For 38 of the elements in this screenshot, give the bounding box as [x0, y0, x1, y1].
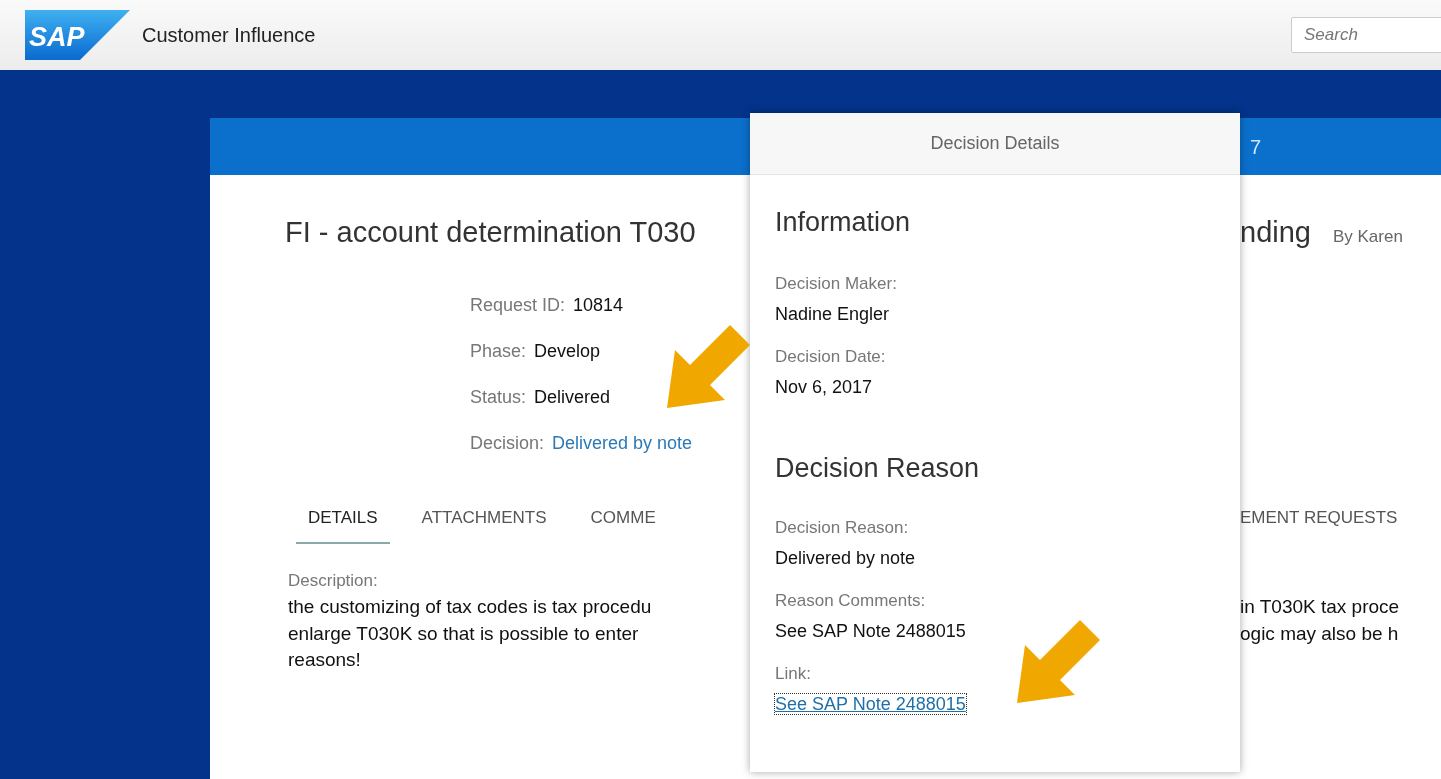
tab[interactable]: EMENT REQUESTS: [1240, 494, 1410, 544]
section-heading: Information: [775, 206, 912, 239]
description-label: Description:: [287, 570, 379, 592]
decision-link[interactable]: Delivered by note: [552, 429, 693, 457]
field-value: Delivered: [534, 385, 611, 409]
field-label: Phase:: [470, 339, 527, 363]
info-value: Nadine Engler: [775, 304, 890, 324]
field-value: Develop: [534, 339, 601, 363]
info-label: Reason Comments:: [775, 590, 927, 612]
popover-title: Decision Details: [750, 113, 1240, 175]
field-label: Decision:: [470, 431, 545, 455]
section-heading: Decision Reason: [775, 452, 981, 485]
info-label: Decision Reason:: [775, 517, 910, 539]
field-label: Request ID:: [470, 293, 566, 317]
author-text: By Karen: [1332, 226, 1403, 248]
description-text: in T030K tax proce: [1240, 595, 1401, 619]
app-title: Customer Influence: [142, 23, 316, 48]
description-text: the customizing of tax codes is tax procedu: [287, 595, 653, 619]
description-text: ogic may also be h: [1240, 621, 1400, 646]
tab[interactable]: ATTACHMENTS: [409, 494, 559, 544]
info-label: Link:: [775, 663, 812, 685]
request-title: nding: [1240, 215, 1311, 250]
info-label: Decision Date:: [775, 346, 887, 368]
tab[interactable]: COMME: [578, 494, 668, 544]
field-value: 10814: [573, 293, 624, 317]
search-field[interactable]: Search: [1291, 17, 1441, 53]
description-text: reasons!: [287, 648, 362, 672]
info-label: Decision Maker:: [775, 273, 898, 295]
sap-logo: SAP: [25, 10, 130, 60]
description-text: enlarge T030K so that is possible to enter: [287, 621, 640, 646]
note-link[interactable]: See SAP Note 2488015: [775, 694, 966, 714]
field-label: Status:: [470, 385, 527, 409]
info-value: Delivered by note: [775, 548, 916, 568]
info-value: See SAP Note 2488015: [775, 621, 966, 641]
request-title: FI - account determination T030: [284, 215, 697, 250]
title-bar-text: 7: [1249, 134, 1263, 160]
tab[interactable]: DETAILS: [296, 494, 390, 544]
info-value: Nov 6, 2017: [775, 377, 873, 397]
